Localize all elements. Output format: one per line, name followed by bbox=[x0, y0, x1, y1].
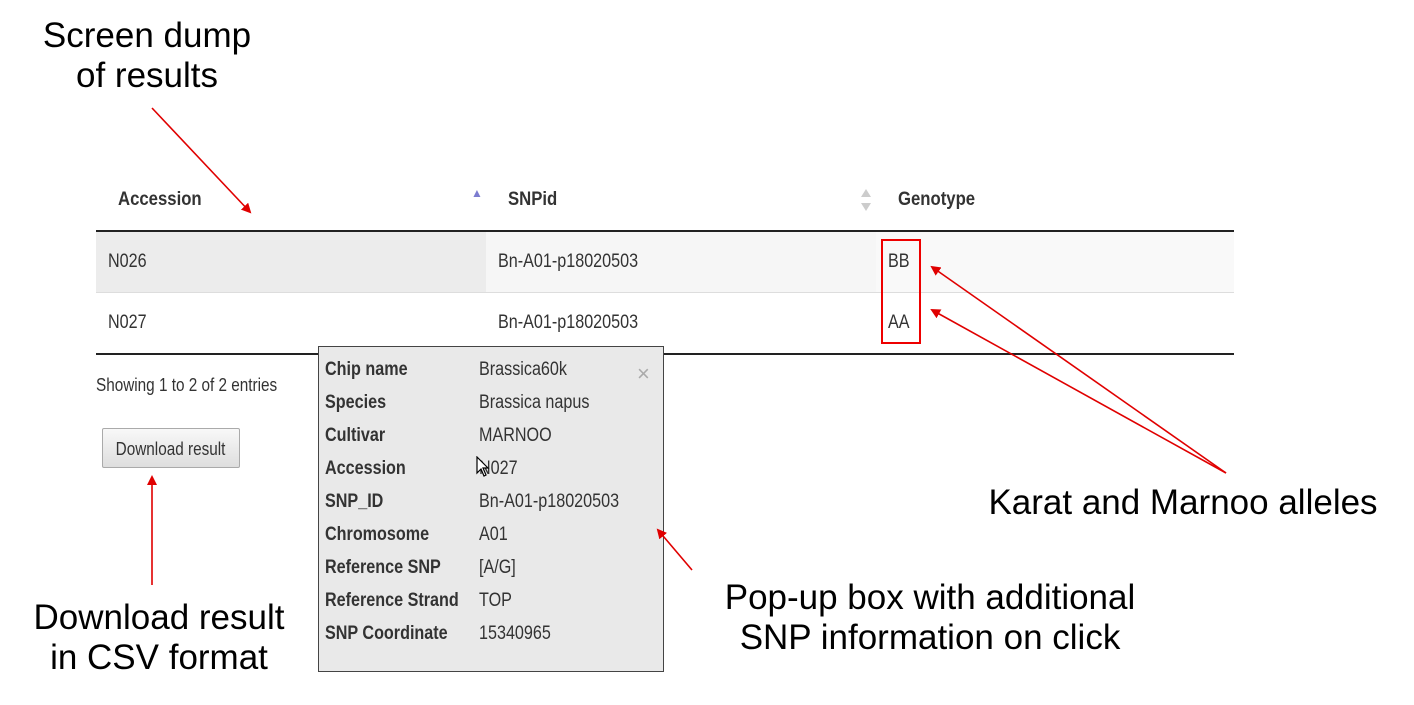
popup-key: Accession bbox=[325, 458, 406, 479]
popup-value: Brassica napus bbox=[479, 392, 590, 413]
annotation-line: SNP information on click bbox=[739, 618, 1121, 657]
table-info: Showing 1 to 2 of 2 entries bbox=[96, 375, 278, 395]
snp-info-popup: × Chip name Brassica60k Species Brassica… bbox=[318, 346, 664, 672]
table-row[interactable]: N026 Bn-A01-p18020503 BB bbox=[96, 232, 1234, 293]
cell-snpid[interactable]: Bn-A01-p18020503 bbox=[498, 293, 638, 353]
popup-key: Reference SNP bbox=[325, 557, 441, 578]
annotation-line: Download result bbox=[33, 598, 285, 637]
popup-field-snp-coordinate: SNP Coordinate 15340965 bbox=[325, 623, 655, 653]
popup-field-chip-name: Chip name Brassica60k bbox=[325, 359, 655, 389]
popup-key: Cultivar bbox=[325, 425, 386, 446]
annotation-download: Download result in CSV format bbox=[14, 598, 304, 678]
popup-key: Chip name bbox=[325, 359, 408, 380]
annotation-popup: Pop-up box with additional SNP informati… bbox=[700, 578, 1160, 658]
popup-value: MARNOO bbox=[479, 425, 552, 446]
popup-field-cultivar: Cultivar MARNOO bbox=[325, 425, 655, 455]
popup-key: Reference Strand bbox=[325, 590, 459, 611]
popup-field-snp-id: SNP_ID Bn-A01-p18020503 bbox=[325, 491, 655, 521]
popup-key: SNP_ID bbox=[325, 491, 384, 512]
popup-value: TOP bbox=[479, 590, 512, 611]
table-header: Accession ▲ SNPid Genotype bbox=[96, 170, 1234, 232]
download-button-label: Download result bbox=[116, 439, 226, 459]
column-header-snpid[interactable]: SNPid bbox=[508, 170, 557, 230]
popup-value: 15340965 bbox=[479, 623, 551, 644]
column-header-genotype[interactable]: Genotype bbox=[898, 170, 975, 230]
annotation-alleles: Karat and Marnoo alleles bbox=[970, 483, 1396, 523]
popup-value: Bn-A01-p18020503 bbox=[479, 491, 620, 512]
annotation-line: of results bbox=[76, 56, 218, 95]
popup-field-species: Species Brassica napus bbox=[325, 392, 655, 422]
results-table: Accession ▲ SNPid Genotype N026 Bn-A01-p… bbox=[96, 170, 1234, 355]
popup-field-accession: Accession N027 bbox=[325, 458, 655, 488]
sort-both-icon[interactable] bbox=[861, 189, 871, 211]
download-result-button[interactable]: Download result bbox=[102, 428, 240, 468]
table-row[interactable]: N027 Bn-A01-p18020503 AA bbox=[96, 293, 1234, 355]
popup-key: Species bbox=[325, 392, 387, 413]
annotation-line: Screen dump bbox=[42, 16, 252, 55]
popup-field-reference-snp: Reference SNP [A/G] bbox=[325, 557, 655, 587]
popup-value: [A/G] bbox=[479, 557, 516, 578]
popup-value: Brassica60k bbox=[479, 359, 567, 380]
cell-accession: N026 bbox=[108, 251, 147, 272]
popup-field-chromosome: Chromosome A01 bbox=[325, 524, 655, 554]
popup-value: A01 bbox=[479, 524, 508, 545]
annotation-line: Pop-up box with additional bbox=[724, 578, 1136, 617]
popup-key: SNP Coordinate bbox=[325, 623, 448, 644]
cell-accession: N027 bbox=[108, 312, 147, 333]
popup-field-reference-strand: Reference Strand TOP bbox=[325, 590, 655, 620]
annotation-line: in CSV format bbox=[50, 638, 268, 677]
popup-key: Chromosome bbox=[325, 524, 430, 545]
column-header-accession[interactable]: Accession bbox=[118, 170, 202, 230]
cell-snpid[interactable]: Bn-A01-p18020503 bbox=[498, 232, 638, 292]
sort-ascending-icon[interactable]: ▲ bbox=[471, 186, 483, 200]
annotation-line: Karat and Marnoo alleles bbox=[988, 483, 1378, 522]
genotype-highlight-box bbox=[881, 239, 921, 344]
mouse-cursor-icon bbox=[476, 456, 490, 477]
annotation-screen-dump: Screen dump of results bbox=[30, 16, 264, 96]
